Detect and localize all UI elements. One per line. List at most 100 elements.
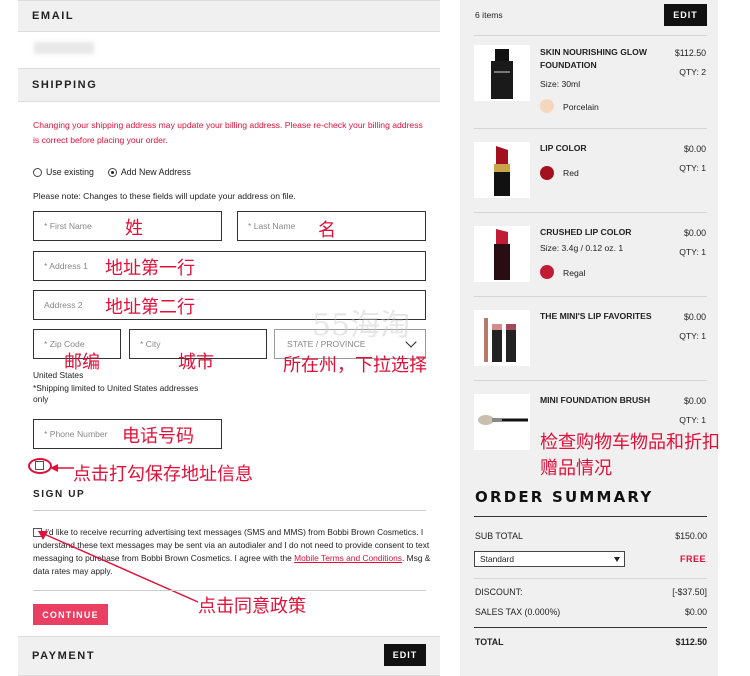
highlight-circle	[28, 458, 52, 474]
cart-item-size: Size: 30ml	[540, 79, 581, 89]
address1-annotation: 地址第一行	[105, 258, 195, 279]
cart-divider	[474, 128, 707, 129]
radio-add-new-label[interactable]: Add New Address	[121, 167, 191, 177]
cart-item-price: $0.00	[683, 228, 706, 238]
cart-divider	[474, 296, 707, 297]
product-image-crushed-lip	[474, 226, 530, 282]
total-label: TOTAL	[475, 637, 504, 647]
payment-section-header[interactable]: PAYMENT	[18, 636, 440, 676]
total-row: TOTAL $112.50	[475, 637, 707, 647]
city-placeholder: * City	[140, 339, 161, 349]
shipping-method-value: Standard	[480, 554, 514, 564]
email-section-header[interactable]: EMAIL	[18, 0, 440, 32]
shipping-warning: Changing your shipping address may updat…	[33, 120, 423, 145]
total-value: $112.50	[675, 637, 707, 647]
subtotal-row: SUB TOTAL $150.00	[475, 531, 707, 541]
cart-item-name: CRUSHED LIP COLOR	[540, 227, 632, 237]
product-image-brush	[474, 394, 530, 450]
summary-divider	[474, 516, 707, 517]
phone-annotation: 电话号码	[122, 426, 194, 447]
product-image-lip-color	[474, 142, 530, 198]
shipping-cost: FREE	[679, 554, 706, 564]
tax-row: SALES TAX (0.000%) $0.00	[475, 607, 707, 617]
radio-use-existing[interactable]	[33, 167, 42, 177]
continue-button[interactable]: CONTINUE	[33, 604, 108, 625]
cart-divider	[474, 380, 707, 381]
city-annotation: 城市	[178, 352, 214, 373]
shade-swatch	[540, 265, 554, 279]
lip-set-icon	[484, 318, 516, 362]
cart-item-price: $0.00	[683, 312, 706, 322]
shade-swatch	[540, 166, 554, 180]
discount-value: [-$37.50]	[672, 587, 707, 597]
shipping-method-select[interactable]: Standard	[474, 551, 625, 567]
shade-swatch	[540, 99, 554, 113]
product-image-foundation	[474, 45, 530, 101]
cart-divider	[474, 212, 707, 213]
payment-edit-button[interactable]: EDIT	[384, 644, 426, 666]
cart-item-price: $0.00	[683, 396, 706, 406]
cart-item-name: MINI FOUNDATION BRUSH	[540, 395, 651, 405]
save-address-annotation: 点击打勾保存地址信息	[73, 464, 253, 485]
radio-use-existing-label[interactable]: Use existing	[46, 167, 94, 177]
watermark: 55海淘	[312, 308, 411, 343]
shipping-limit-note: *Shipping limited to United States addre…	[33, 383, 199, 404]
last-name-placeholder: * Last Name	[248, 221, 296, 231]
tax-value: $0.00	[684, 607, 707, 617]
cart-item-qty: QTY: 1	[679, 331, 706, 341]
shade-name: Porcelain	[563, 102, 599, 112]
lipstick-icon	[494, 229, 510, 280]
cart-item-qty: QTY: 2	[679, 67, 706, 77]
shipping-section-title: SHIPPING	[32, 79, 98, 91]
cart-item-size: Size: 3.4g / 0.12 oz. 1	[540, 243, 624, 253]
consent-divider	[33, 590, 426, 591]
cart-item-qty: QTY: 1	[679, 163, 706, 173]
phone-placeholder: * Phone Number	[44, 429, 108, 439]
order-summary-title: ORDER SUMMARY	[475, 488, 654, 506]
address-radio-group: Use existing Add New Address	[33, 167, 191, 177]
arrow-agree-policy	[38, 531, 199, 603]
payment-section-title: PAYMENT	[32, 650, 96, 662]
address1-placeholder: * Address 1	[44, 261, 88, 271]
last-name-annotation: 名	[318, 220, 336, 241]
shipping-section-header: SHIPPING	[18, 68, 440, 102]
country-label: United States	[33, 370, 84, 380]
cart-item-price: $112.50	[674, 48, 706, 58]
cart-items-count: 6 items	[475, 10, 503, 20]
foundation-bottle-icon	[491, 49, 513, 99]
tax-label: SALES TAX (0.000%)	[475, 607, 561, 617]
address2-placeholder: Address 2	[44, 300, 83, 310]
subtotal-value: $150.00	[675, 531, 707, 541]
first-name-placeholder: * First Name	[44, 221, 92, 231]
signup-section-title: SIGN UP	[33, 489, 86, 500]
first-name-annotation: 姓	[125, 218, 143, 239]
email-value-blurred	[34, 42, 94, 54]
state-annotation: 所在州，下拉选择	[283, 355, 427, 376]
lipstick-icon	[494, 146, 510, 196]
shade-name: Regal	[563, 268, 586, 278]
agree-policy-annotation: 点击同意政策	[198, 596, 306, 617]
cart-edit-button[interactable]: EDIT	[664, 4, 707, 26]
cart-item-name: LIP COLOR	[540, 143, 587, 153]
address1-field[interactable]: * Address 1	[33, 251, 426, 281]
address-note: Please note: Changes to these fields wil…	[33, 191, 296, 201]
brush-icon	[478, 415, 528, 425]
radio-add-new[interactable]	[107, 167, 117, 177]
check-cart-annotation-text: 检查购物车物品和折扣赠品情况	[540, 432, 720, 479]
cart-item-name: THE MINI'S LIP FAVORITES	[540, 311, 652, 321]
cart-item-qty: QTY: 1	[679, 247, 706, 257]
subtotal-label: SUB TOTAL	[475, 531, 523, 541]
mobile-terms-link[interactable]: Mobile Terms and Conditions	[294, 553, 402, 563]
cart-divider	[474, 35, 707, 36]
signup-divider	[33, 510, 426, 511]
arrow-save-address	[50, 464, 74, 472]
check-cart-annotation: 检查购物车物品和折扣赠品情况	[540, 430, 730, 482]
cart-item-price: $0.00	[683, 144, 706, 154]
caret-down-icon	[614, 557, 620, 562]
shade-name: Red	[563, 168, 579, 178]
discount-row: DISCOUNT: [-$37.50]	[475, 587, 707, 597]
cart-item-qty: QTY: 1	[679, 415, 706, 425]
email-section-title: EMAIL	[32, 10, 75, 22]
address2-annotation: 地址第二行	[105, 297, 195, 318]
summary-divider	[474, 627, 707, 628]
